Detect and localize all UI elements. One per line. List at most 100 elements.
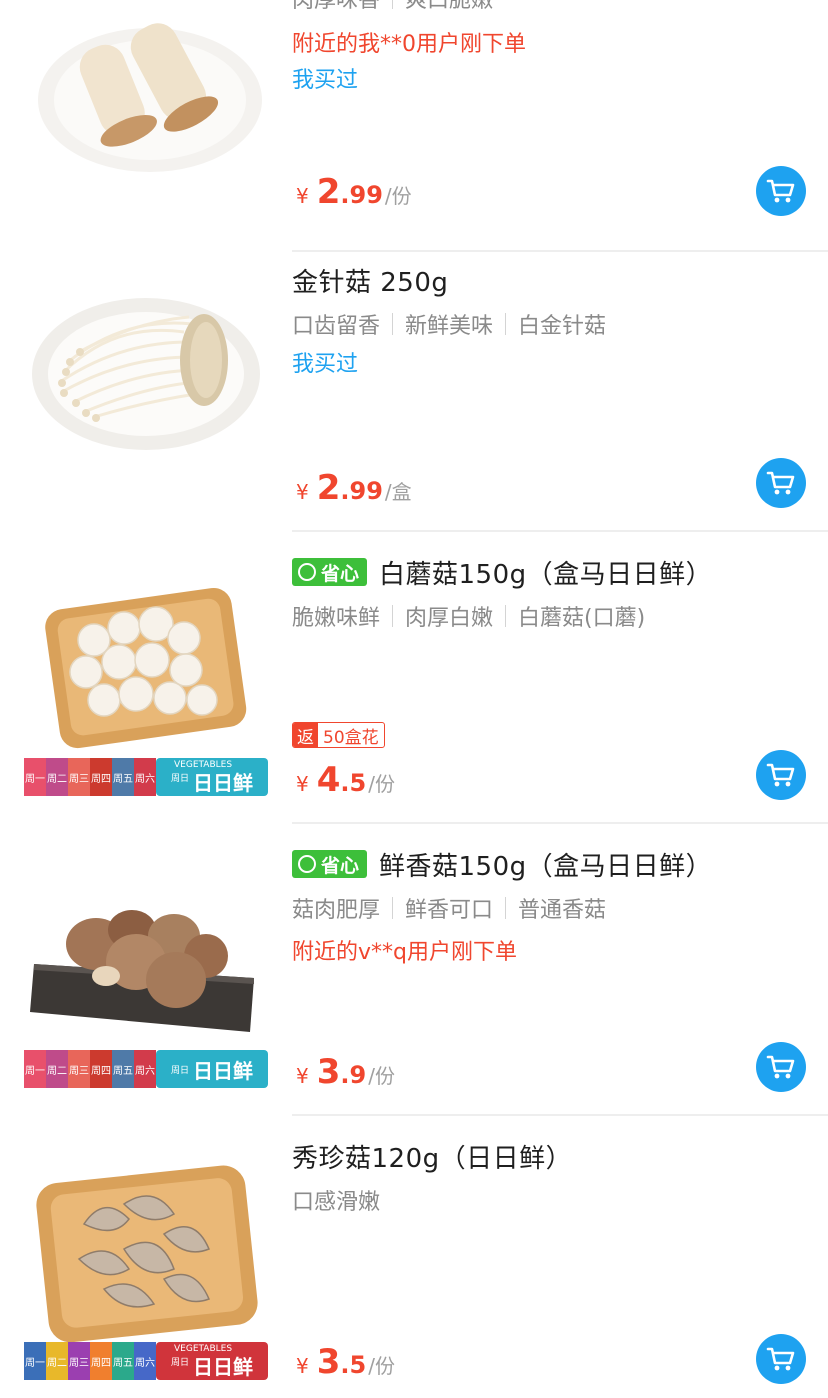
price-decimal: .5 <box>340 769 367 797</box>
tag-separator <box>505 313 507 335</box>
tag: 白蘑菇(口蘑) <box>518 606 646 631</box>
add-to-cart-button[interactable] <box>756 458 806 508</box>
product-card[interactable]: 周一 周二 周三 周四 周五 周六 VEGETABLES 周日 日日鲜 秀珍菇1… <box>0 1116 828 1398</box>
shopping-cart-icon <box>766 179 795 203</box>
tag-separator <box>392 313 394 335</box>
badge-label: 省心 <box>321 562 360 585</box>
product-card[interactable]: 金针菇 250g 口齿留香 新鲜美味 白金针菇 我买过 ¥ 2 .99 /盒 <box>0 240 828 532</box>
price-decimal: .9 <box>340 1061 367 1089</box>
banner-brand-en: VEGETABLES <box>174 760 233 770</box>
tag-separator <box>505 897 507 919</box>
tag-separator <box>505 605 507 627</box>
product-title-row: 省心 白蘑菇150g（盒马日日鲜） <box>292 550 804 594</box>
worry-free-badge: 省心 <box>292 558 368 586</box>
add-to-cart-button[interactable] <box>756 166 806 216</box>
banner-day: 周四 <box>91 1357 111 1369</box>
recent-order-notice: 附近的v**q用户刚下单 <box>292 940 517 965</box>
product-title-row: 秀珍菇120g（日日鲜） <box>292 1134 804 1178</box>
price-decimal: .99 <box>340 181 383 209</box>
tag-separator <box>392 0 394 9</box>
price-currency: ¥ <box>296 1354 309 1378</box>
daily-fresh-banner: 周一 周二 周三 周四 周五 周六 VEGETABLES 周日 日日鲜 <box>24 758 268 796</box>
product-card[interactable]: 肉厚味香 爽口脆嫩 附近的我**0用户刚下单 我买过 ¥ 2 .99 /份 <box>0 0 828 252</box>
tag: 普通香菇 <box>518 898 607 923</box>
banner-brand-en: VEGETABLES <box>174 1344 233 1354</box>
bought-before-label: 我买过 <box>292 68 359 93</box>
price-integer: 4 <box>316 760 341 800</box>
banner-day: 周三 <box>69 1065 89 1077</box>
banner-day: 周四 <box>91 1065 111 1077</box>
price-decimal: .5 <box>340 1351 367 1379</box>
shopping-cart-icon <box>766 763 795 787</box>
tag: 新鲜美味 <box>405 314 494 339</box>
product-title[interactable]: 鲜香菇150g（盒马日日鲜） <box>379 846 712 883</box>
recent-order-notice: 附近的我**0用户刚下单 <box>292 32 526 57</box>
heart-icon <box>298 855 316 873</box>
price: ¥ 3 .5 /份 <box>296 1342 395 1382</box>
rebate-badge: 返 50盒花 <box>292 722 385 748</box>
product-card[interactable]: 周一 周二 周三 周四 周五 周六 周日 日日鲜 省心 鲜香菇150g（盒马日日… <box>0 824 828 1116</box>
product-image-king-oyster-mushroom[interactable] <box>24 0 268 175</box>
tag: 菇肉肥厚 <box>292 898 381 923</box>
product-title[interactable]: 金针菇 250g <box>292 262 448 299</box>
add-to-cart-button[interactable] <box>756 750 806 800</box>
banner-day: 周二 <box>47 773 67 785</box>
rebate-amount: 50盒花 <box>323 727 379 748</box>
price-currency: ¥ <box>296 1064 309 1088</box>
price-currency: ¥ <box>296 184 309 208</box>
product-tags: 口感滑嫩 <box>292 1182 804 1218</box>
tag: 脆嫩味鲜 <box>292 606 381 631</box>
price-integer: 2 <box>316 468 341 508</box>
price-unit: /盒 <box>384 480 412 504</box>
product-tags: 口齿留香 新鲜美味 白金针菇 <box>292 306 804 342</box>
price: ¥ 3 .9 /份 <box>296 1052 395 1092</box>
bought-before-label: 我买过 <box>292 352 359 377</box>
price: ¥ 2 .99 /份 <box>296 172 412 212</box>
product-image-enoki-mushroom[interactable] <box>24 262 268 462</box>
banner-day: 周六 <box>135 773 155 785</box>
tag: 肉厚白嫩 <box>405 606 494 631</box>
banner-brand: 日日鲜 <box>193 1354 253 1379</box>
product-title[interactable]: 白蘑菇150g（盒马日日鲜） <box>379 554 712 591</box>
price-integer: 2 <box>316 172 341 212</box>
banner-day: 周六 <box>135 1065 155 1077</box>
shopping-cart-icon <box>766 471 795 495</box>
banner-day: 周日 <box>170 773 189 784</box>
banner-day: 周日 <box>170 1065 189 1076</box>
banner-day: 周二 <box>47 1357 67 1369</box>
banner-day: 周一 <box>25 773 45 785</box>
add-to-cart-button[interactable] <box>756 1042 806 1092</box>
banner-day: 周五 <box>113 1357 133 1369</box>
product-tags: 肉厚味香 爽口脆嫩 <box>292 0 804 18</box>
banner-day: 周三 <box>69 1357 89 1369</box>
banner-day: 周一 <box>25 1357 45 1369</box>
tag: 爽口脆嫩 <box>405 0 494 13</box>
price-integer: 3 <box>316 1342 341 1382</box>
banner-day: 周二 <box>47 1065 67 1077</box>
banner-day: 周一 <box>25 1065 45 1077</box>
product-card[interactable]: 周一 周二 周三 周四 周五 周六 VEGETABLES 周日 日日鲜 省心 白… <box>0 532 828 824</box>
price-unit: /份 <box>368 1354 395 1378</box>
product-image-shiitake-mushroom[interactable]: 周一 周二 周三 周四 周五 周六 周日 日日鲜 <box>24 872 268 1098</box>
tag: 口感滑嫩 <box>292 1190 381 1215</box>
add-to-cart-button[interactable] <box>756 1334 806 1384</box>
banner-brand: 日日鲜 <box>193 770 253 795</box>
product-image-white-button-mushroom[interactable]: 周一 周二 周三 周四 周五 周六 VEGETABLES 周日 日日鲜 <box>24 580 268 806</box>
banner-day: 周四 <box>91 773 111 785</box>
tag: 肉厚味香 <box>292 0 381 13</box>
price-decimal: .99 <box>340 477 383 505</box>
price-currency: ¥ <box>296 480 309 504</box>
banner-day: 周日 <box>170 1357 189 1368</box>
product-image-oyster-mushroom[interactable]: 周一 周二 周三 周四 周五 周六 VEGETABLES 周日 日日鲜 <box>24 1164 268 1390</box>
shopping-cart-icon <box>766 1347 795 1371</box>
daily-fresh-banner: 周一 周二 周三 周四 周五 周六 周日 日日鲜 <box>24 1050 268 1088</box>
product-tags: 脆嫩味鲜 肉厚白嫩 白蘑菇(口蘑) <box>292 598 804 634</box>
product-title[interactable]: 秀珍菇120g（日日鲜） <box>292 1138 572 1175</box>
shopping-cart-icon <box>766 1055 795 1079</box>
badge-label: 省心 <box>321 854 360 877</box>
product-tags: 菇肉肥厚 鲜香可口 普通香菇 <box>292 890 804 926</box>
rebate-label: 返 <box>293 723 318 747</box>
tag-separator <box>392 605 394 627</box>
daily-fresh-banner: 周一 周二 周三 周四 周五 周六 VEGETABLES 周日 日日鲜 <box>24 1342 268 1380</box>
price-integer: 3 <box>316 1052 341 1092</box>
